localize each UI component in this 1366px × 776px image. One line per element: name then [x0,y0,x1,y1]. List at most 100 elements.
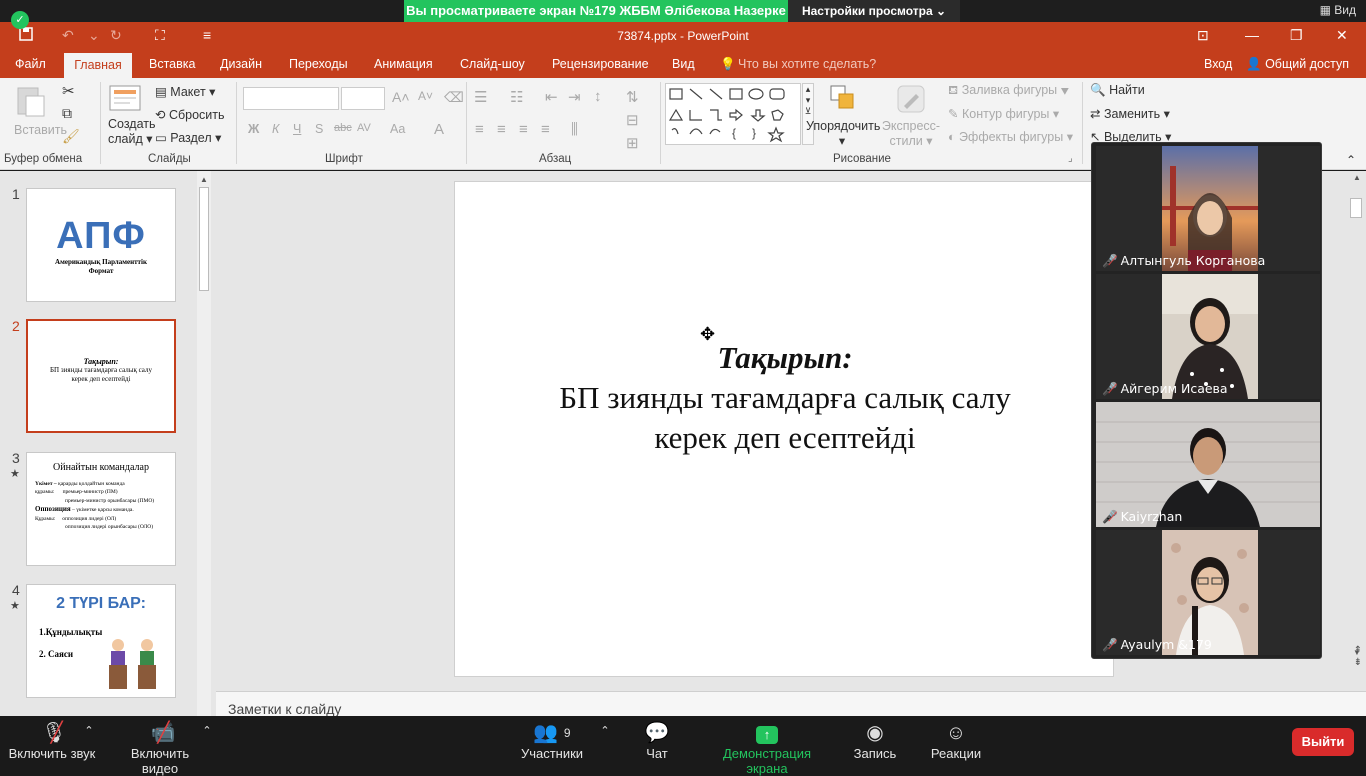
video-gallery[interactable]: 🎤̸ Алтынгуль Корганова 🎤̸ Айгерим Исаева 🎤… [1091,142,1322,659]
section-button[interactable]: ▭ Раздел ▾ [155,130,221,145]
decrease-indent-icon[interactable]: ⇤ [545,88,558,106]
shapes-gallery[interactable]: {} [665,83,801,145]
notes-pane[interactable]: Заметки к слайду [216,691,1366,717]
slide-thumbnail-3[interactable]: Ойнайтын командалар Үкімет – қарарды қол… [26,452,176,566]
thumbnails-scrollbar[interactable]: ▲ [197,171,211,716]
current-slide[interactable]: ✥ Тақырып: БП зиянды тағамдарға салық са… [454,181,1114,677]
tab-slideshow[interactable]: Слайд-шоу [460,57,525,71]
cut-icon[interactable]: ✂ [62,82,75,100]
text-direction-icon[interactable]: ⇅ [626,88,639,106]
slide-body-line-1[interactable]: БП зиянды тағамдарға салық салу [455,380,1115,416]
align-right-icon[interactable]: ≡ [519,121,528,138]
scroll-thumb[interactable] [199,187,209,291]
font-color-button[interactable]: A [434,121,444,138]
quick-styles-label-1: Экспресс- [881,119,941,133]
camera-off-icon: 📹╱ [150,722,176,744]
ribbon-display-icon[interactable]: ⊡ [1197,27,1209,44]
close-icon[interactable]: ✕ [1336,27,1348,44]
grow-font-icon[interactable]: A˄ [392,89,410,105]
view-settings-button[interactable]: Настройки просмотра ⌄ [788,0,960,22]
slide-title[interactable]: Тақырып: [455,340,1115,376]
tab-insert[interactable]: Вставка [149,57,195,71]
slide-body-line-2[interactable]: керек деп есептейді [455,420,1115,456]
view-button[interactable]: ▦ Вид [1320,3,1356,17]
reactions-button[interactable]: ☺ Реакции [930,720,982,761]
tab-design[interactable]: Дизайн [220,57,262,71]
view-settings-label: Настройки просмотра [801,4,933,18]
line-spacing-icon[interactable]: ↕ [594,88,602,105]
shadow-button[interactable]: S [315,122,323,136]
replace-button[interactable]: ⇄ Заменить ▾ [1090,106,1170,121]
reset-button[interactable]: ⟲ Сбросить [155,107,225,122]
copy-icon[interactable]: ⧉ [62,105,72,122]
participants-count: 9 [563,726,571,740]
tab-file[interactable]: Файл [15,57,46,71]
minimize-icon[interactable]: — [1245,27,1259,43]
page-nav-icon[interactable]: ⇞ ⇟ [1354,645,1362,669]
collapse-ribbon-icon[interactable]: ⌃ [1346,153,1356,167]
justify-icon[interactable]: ≡ [541,121,550,138]
format-painter-icon[interactable]: 🖌 [62,128,80,145]
participant-tile[interactable]: 🎤̸ Kaiyrzhan [1096,402,1320,527]
tab-animation[interactable]: Анимация [374,57,433,71]
strike-button[interactable]: abc [334,122,352,134]
tab-view[interactable]: Вид [672,57,695,71]
shape-effects-button[interactable]: ◐ Эффекты фигуры ▾ [948,129,1073,144]
sign-in-link[interactable]: Вход [1204,57,1232,71]
numbering-icon[interactable]: ☷ [510,88,523,106]
find-button[interactable]: 🔍 Найти [1090,83,1145,98]
case-button[interactable]: Aa [390,122,405,136]
participants-options-chevron-icon[interactable]: ⌃ [600,724,610,737]
tell-me-input[interactable]: Что вы хотите сделать? [738,57,876,71]
scroll-up-icon[interactable]: ▲ [1350,173,1364,182]
scroll-up-icon[interactable]: ▲ [197,175,211,184]
layout-button[interactable]: ▤ Макет ▾ [155,84,215,99]
tab-review[interactable]: Рецензирование [552,57,649,71]
font-name-input[interactable] [243,87,339,110]
align-text-icon[interactable]: ⊟ [626,111,639,129]
new-slide-label-2: слайд [108,132,143,146]
shape-outline-button[interactable]: ✎ Контур фигуры ▾ [948,106,1059,121]
restore-icon[interactable]: ❐ [1290,27,1303,44]
underline-button[interactable]: Ч [293,122,301,136]
italic-button[interactable]: К [272,122,279,136]
bold-button[interactable]: Ж [248,122,259,136]
scroll-thumb[interactable] [1350,198,1362,218]
slide-thumbnail-4[interactable]: 2 ТҮРІ БАР: 1.Құндылықты 2. Саяси [26,584,176,698]
font-group-label: Шрифт [325,153,363,165]
font-size-input[interactable] [341,87,385,110]
tab-home[interactable]: Главная [64,53,132,78]
participant-tile[interactable]: 🎤̸ Айгерим Исаева [1096,274,1320,399]
participant-tile[interactable]: 🎤̸ Алтынгуль Корганова [1096,146,1320,271]
security-shield-icon[interactable]: ✓ [11,11,29,29]
columns-icon[interactable]: ⫼ [571,121,578,138]
spacing-button[interactable]: AV [357,122,371,134]
shrink-font-icon[interactable]: A˅ [418,89,433,103]
shape-fill-button[interactable]: ⛾ Заливка фигуры ▾ [948,83,1069,99]
unmute-button[interactable]: 🎙╱ Включить звук [8,720,96,761]
arrange-button[interactable]: Упорядочить ▾ [806,84,880,148]
bullets-icon[interactable]: ☰ [474,88,487,106]
align-center-icon[interactable]: ≡ [497,121,506,138]
increase-indent-icon[interactable]: ⇥ [568,88,581,106]
record-button[interactable]: ◉ Запись [852,720,898,761]
chat-button[interactable]: 💬 Чат [636,720,678,761]
leave-button[interactable]: Выйти [1292,728,1354,756]
slide-thumbnail-2[interactable]: Тақырып: БП зиянды тағамдарға салық салу… [26,319,176,433]
record-label: Запись [853,746,897,761]
smartart-icon[interactable]: ⊞ [626,134,639,152]
slide-thumbnail-1[interactable]: АПФ Американдық Парламенттік Формат [26,188,176,302]
participants-button[interactable]: 👥 9 Участники [520,720,584,761]
clear-format-icon[interactable]: ⌫ [444,89,464,106]
dialog-launcher-icon[interactable]: ⌟ [1068,153,1073,164]
align-left-icon[interactable]: ≡ [475,121,484,138]
editor-scrollbar[interactable]: ▲ ▼ [1350,173,1364,657]
audio-options-chevron-icon[interactable]: ⌃ [84,724,94,737]
tab-transitions[interactable]: Переходы [289,57,348,71]
participant-tile[interactable]: 🎤̸ Ayaulym &179 [1096,530,1320,655]
quick-styles-button[interactable]: Экспресс- стили ▾ [880,84,942,148]
new-slide-button[interactable]: Создать слайд ▾ [108,84,156,146]
paste-button[interactable]: Вставить [14,84,67,137]
share-button[interactable]: 👤 Общий доступ [1246,57,1349,72]
video-options-chevron-icon[interactable]: ⌃ [202,724,212,737]
